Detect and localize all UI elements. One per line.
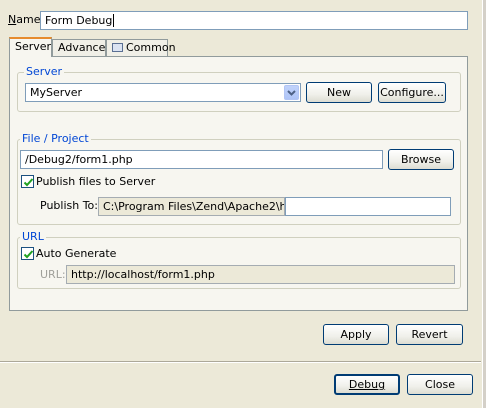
publish-files-checkbox[interactable] <box>21 175 34 188</box>
name-label: Name: <box>8 13 45 26</box>
name-input[interactable]: Form Debug <box>40 11 468 30</box>
url-input: http://localhost/form1.php <box>66 265 455 284</box>
debug-button[interactable]: Debug <box>334 374 400 395</box>
url-group-title: URL <box>20 230 46 243</box>
publish-to-prefix: C:\Program Files\Zend\Apache2\htdocs\ <box>98 197 285 216</box>
apply-button[interactable]: Apply <box>323 324 389 345</box>
auto-generate-checkbox[interactable] <box>21 247 34 260</box>
revert-button[interactable]: Revert <box>396 324 463 345</box>
publish-to-input[interactable] <box>285 197 451 216</box>
window-right-edge <box>482 0 486 408</box>
tab-advanced[interactable]: Advanced <box>52 39 112 57</box>
new-server-button[interactable]: New <box>306 82 372 103</box>
file-path-input[interactable]: /Debug2/form1.php <box>20 150 383 169</box>
tab-common[interactable]: Common <box>106 39 176 57</box>
file-project-group-title: File / Project <box>20 132 91 145</box>
auto-generate-label: Auto Generate <box>36 247 117 260</box>
server-combo[interactable]: MyServer <box>25 83 301 102</box>
close-button[interactable]: Close <box>407 374 473 395</box>
publish-to-label: Publish To: <box>40 199 98 212</box>
chevron-down-icon[interactable] <box>284 85 299 100</box>
dialog-separator <box>0 361 481 363</box>
common-tab-icon <box>112 43 123 52</box>
url-label: URL: <box>40 268 66 281</box>
configure-server-button[interactable]: Configure... <box>378 82 446 103</box>
publish-files-label: Publish files to Server <box>36 175 156 188</box>
tab-server[interactable]: Server <box>9 37 52 57</box>
server-group-title: Server <box>24 65 65 78</box>
browse-button[interactable]: Browse <box>388 149 454 170</box>
